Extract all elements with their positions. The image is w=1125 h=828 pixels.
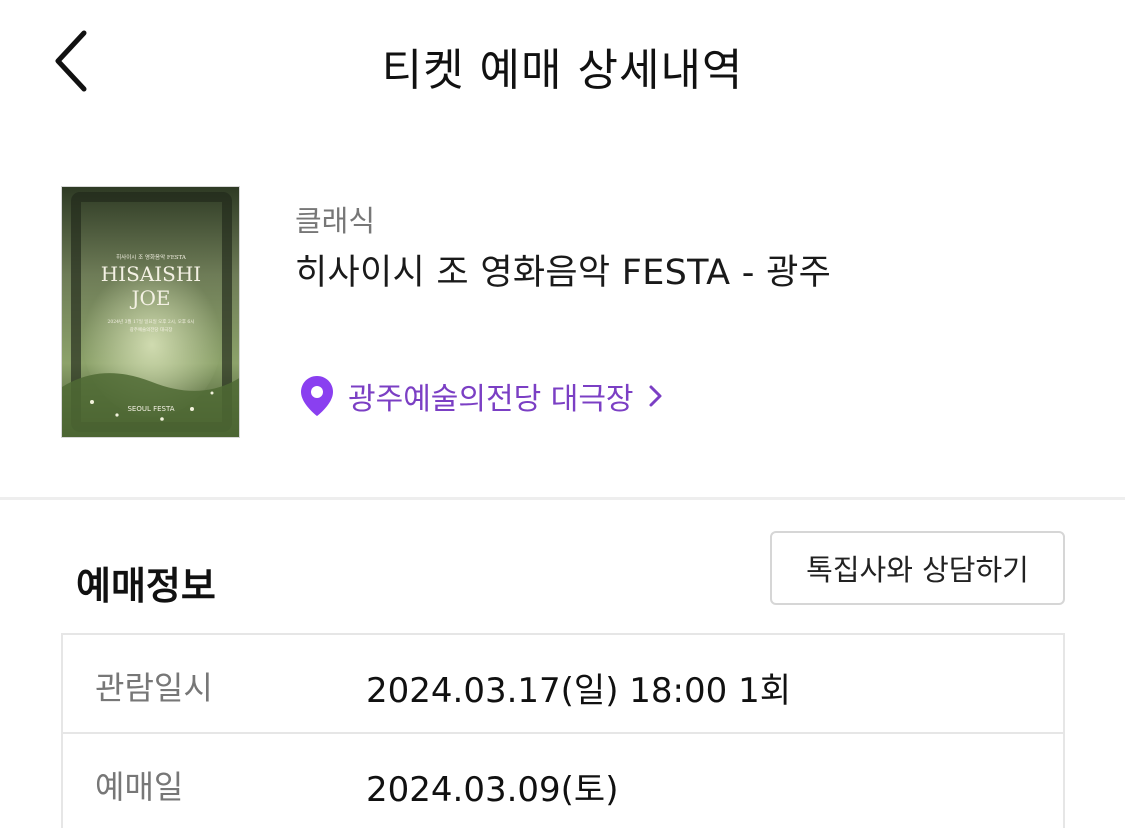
poster-name-line2: JOE [129,286,170,310]
booking-detail-page: 티켓 예매 상세내역 히사이시 조 영화음악 FESTA HISAISHI JO… [0,0,1125,828]
location-pin-icon [301,376,333,416]
poster-small-text: 히사이시 조 영화음악 FESTA [116,253,187,261]
poster-brand: SEOUL FESTA [127,405,174,413]
event-genre: 클래식 [295,204,376,238]
venue-link[interactable]: 광주예술의전당 대극장 [298,372,664,420]
header: 티켓 예매 상세내역 [0,0,1125,130]
event-poster-image: 히사이시 조 영화음악 FESTA HISAISHI JOE 2024년 3월 … [61,186,240,438]
poster-detail-line2: 광주예술의전당 대극장 [130,326,173,333]
booking-date-value: 2024.03.09(토) [366,770,619,810]
table-row-booking-date: 예매일 2024.03.09(토) [63,734,1063,828]
viewing-datetime-label: 관람일시 [95,669,213,707]
venue-name: 광주예술의전당 대극장 [348,382,634,417]
booking-info-table: 관람일시 2024.03.17(일) 18:00 1회 예매일 2024.03.… [61,633,1065,828]
consult-button[interactable]: 톡집사와 상담하기 [770,531,1065,605]
poster-detail-line1: 2024년 3월 17일 일요일 오후 2시, 오후 6시 [108,318,195,325]
chevron-right-icon [649,385,662,407]
event-title: 히사이시 조 영화음악 FESTA - 광주 [295,253,832,293]
booking-date-label: 예매일 [95,768,184,806]
poster-name-line1: HISAISHI [101,262,201,286]
table-row-viewing-datetime: 관람일시 2024.03.17(일) 18:00 1회 [63,635,1063,734]
section-divider [0,497,1125,500]
booking-info-title: 예매정보 [76,564,216,608]
viewing-datetime-value: 2024.03.17(일) 18:00 1회 [366,671,791,711]
page-title: 티켓 예매 상세내역 [381,45,744,96]
